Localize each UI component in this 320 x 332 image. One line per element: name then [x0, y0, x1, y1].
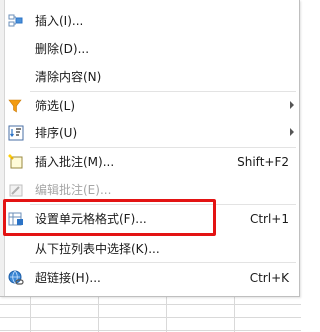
- shortcut-label: Ctrl+1: [249, 212, 289, 226]
- submenu-arrow-icon: [290, 128, 294, 136]
- grid-line: [234, 296, 235, 332]
- menu-item-label: 排序(U): [35, 126, 78, 140]
- menu-item-label: 超链接(H)...: [35, 271, 101, 285]
- context-menu: 插入(I)... 删除(D)... 清除内容(N) 筛选(L) 排序(U) 插入…: [0, 0, 300, 297]
- menu-item-label: 筛选(L): [35, 99, 76, 113]
- insert-cells-icon: [8, 13, 24, 29]
- sort-icon: [8, 125, 24, 141]
- menu-item-insert-comment[interactable]: 插入批注(M)... Shift+F2: [0, 148, 299, 176]
- menu-item-hyperlink[interactable]: 超链接(H)... Ctrl+K: [0, 264, 299, 292]
- menu-item-clear-contents[interactable]: 清除内容(N): [0, 63, 299, 91]
- menu-item-label: 从下拉列表中选择(K)...: [35, 242, 160, 256]
- menu-separator: [30, 262, 296, 263]
- grid-line: [166, 296, 167, 332]
- menu-item-label: 编辑批注(E)...: [35, 183, 112, 197]
- menu-item-label: 插入批注(M)...: [35, 155, 115, 169]
- grid-line: [30, 296, 31, 332]
- menu-item-insert[interactable]: 插入(I)...: [0, 7, 299, 35]
- menu-item-label: 插入(I)...: [35, 14, 84, 28]
- edit-comment-icon: [8, 182, 24, 198]
- grid-line: [0, 304, 301, 305]
- insert-comment-icon: [8, 154, 24, 170]
- grid-line: [0, 317, 301, 318]
- highlight-box: [3, 199, 216, 236]
- grid-line: [0, 330, 301, 331]
- menu-item-label: 清除内容(N): [35, 70, 102, 84]
- menu-item-sort[interactable]: 排序(U): [0, 119, 299, 147]
- filter-icon: [8, 98, 24, 114]
- menu-item-filter[interactable]: 筛选(L): [0, 92, 299, 120]
- hyperlink-icon: [8, 270, 24, 286]
- submenu-arrow-icon: [290, 101, 294, 109]
- shortcut-label: Ctrl+K: [249, 271, 289, 285]
- menu-item-label: 删除(D)...: [35, 42, 90, 56]
- grid-line: [98, 296, 99, 332]
- menu-item-delete[interactable]: 删除(D)...: [0, 35, 299, 63]
- shortcut-label: Shift+F2: [237, 155, 289, 169]
- menu-item-pick-from-list[interactable]: 从下拉列表中选择(K)...: [0, 235, 299, 263]
